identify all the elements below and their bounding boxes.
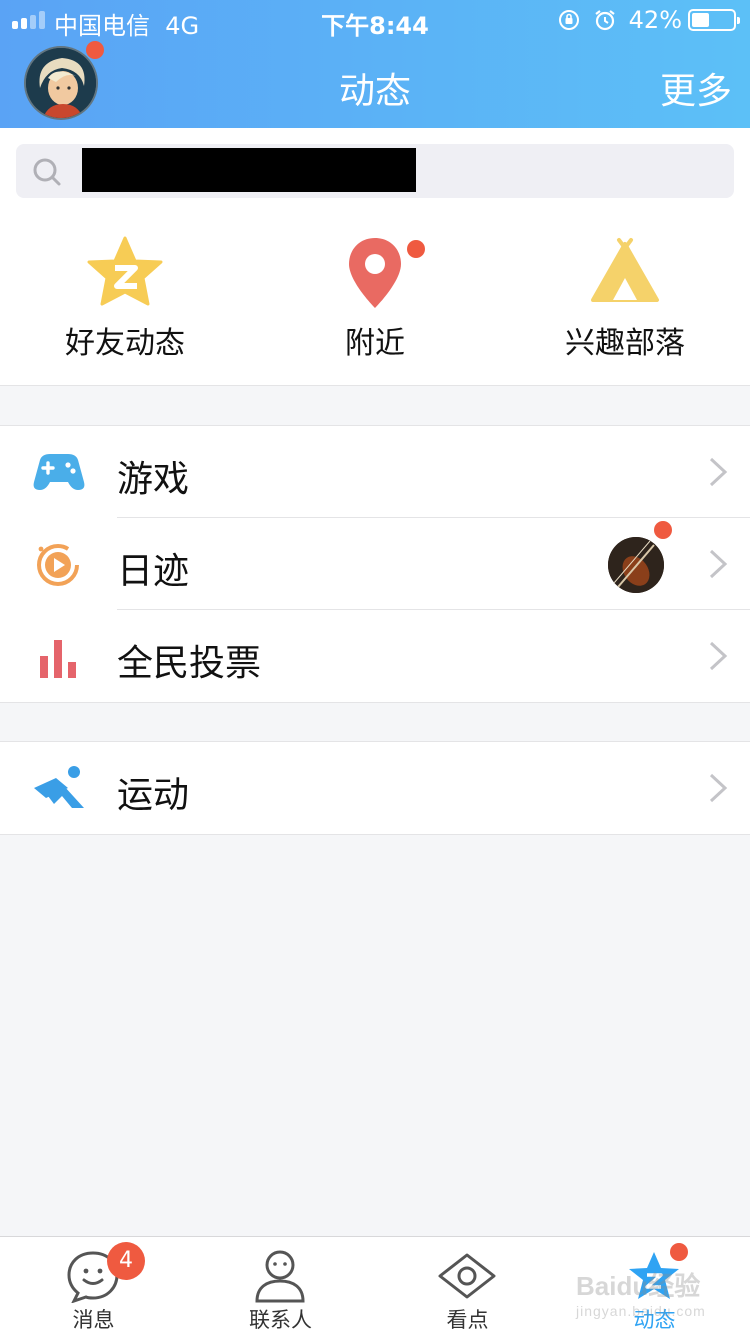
running-icon: [34, 766, 84, 808]
alarm-icon: [594, 10, 615, 31]
tab-label: 看点: [446, 1308, 489, 1332]
search-section: [0, 128, 750, 214]
list-item-games[interactable]: 游戏: [0, 426, 750, 518]
list-item-label: 游戏: [117, 459, 190, 500]
rotation-lock-icon: [558, 10, 579, 30]
chevron-right-icon: [709, 549, 728, 579]
quick-entry-friends-feed[interactable]: 好友动态: [0, 214, 250, 386]
tab-label: 消息: [72, 1308, 115, 1332]
tab-contacts[interactable]: 联系人: [187, 1237, 374, 1334]
chevron-right-icon: [709, 457, 728, 487]
daily-trace-notification-dot: [654, 521, 672, 539]
eye-icon: [438, 1253, 496, 1299]
list-item-daily-trace[interactable]: 日迹: [0, 518, 750, 610]
tab-kandian[interactable]: 看点: [374, 1237, 561, 1334]
chevron-right-icon: [709, 773, 728, 803]
battery-icon: [688, 9, 740, 31]
chevron-right-icon: [709, 641, 728, 671]
avatar-notification-dot: [86, 41, 104, 59]
watermark-subtext: jingyan.baidu.com: [576, 1303, 706, 1319]
quick-entry-nearby[interactable]: 附近: [250, 214, 500, 386]
list-item-vote[interactable]: 全民投票: [0, 610, 750, 702]
list-item-label: 全民投票: [117, 643, 262, 684]
list-item-label: 日迹: [117, 551, 190, 592]
feature-list-group: 游戏 日迹 全民投票: [0, 425, 750, 703]
gamepad-icon: [33, 454, 85, 490]
status-bar: 中国电信 4G 下午8:44 42%: [0, 0, 750, 40]
battery-percent: 42%: [628, 6, 682, 34]
location-pin-icon: [349, 238, 401, 308]
play-circle-icon: [37, 544, 79, 586]
tab-messages[interactable]: 4 消息: [0, 1237, 187, 1334]
quick-entry-label: 兴趣部落: [565, 326, 685, 361]
page-title: 动态: [338, 71, 411, 112]
search-input[interactable]: [82, 148, 416, 192]
baidu-jingyan-watermark: Baidu经验 jingyan.baidu.com: [576, 1266, 706, 1319]
quick-entry-label: 好友动态: [65, 326, 185, 361]
watermark-text: Baidu经验: [576, 1271, 701, 1301]
quick-entry-label: 附近: [345, 326, 405, 361]
quick-entry-interest-tribe[interactable]: 兴趣部落: [500, 214, 750, 386]
list-item-sports[interactable]: 运动: [0, 742, 750, 834]
search-icon: [33, 158, 61, 186]
list-item-label: 运动: [117, 775, 190, 816]
tab-label: 联系人: [249, 1308, 312, 1332]
feature-list-group: 运动: [0, 741, 750, 835]
header-bar: 中国电信 4G 下午8:44 42% 动态 更多: [0, 0, 750, 128]
tent-icon: [591, 238, 659, 302]
quick-entries: 好友动态 附近 兴趣部落: [0, 214, 750, 386]
daily-trace-thumbnail: [608, 537, 664, 593]
search-bar[interactable]: [16, 144, 734, 198]
qzone-star-icon: [87, 236, 163, 306]
bar-chart-icon: [40, 640, 76, 678]
status-right: 42%: [557, 6, 740, 34]
unread-badge: 4: [107, 1242, 145, 1280]
more-button[interactable]: 更多: [660, 62, 732, 114]
violin-thumbnail-icon: [608, 537, 664, 593]
contact-person-icon: [255, 1250, 305, 1303]
nearby-notification-dot: [407, 240, 425, 258]
dynamic-tab-notification-dot: [670, 1243, 688, 1261]
